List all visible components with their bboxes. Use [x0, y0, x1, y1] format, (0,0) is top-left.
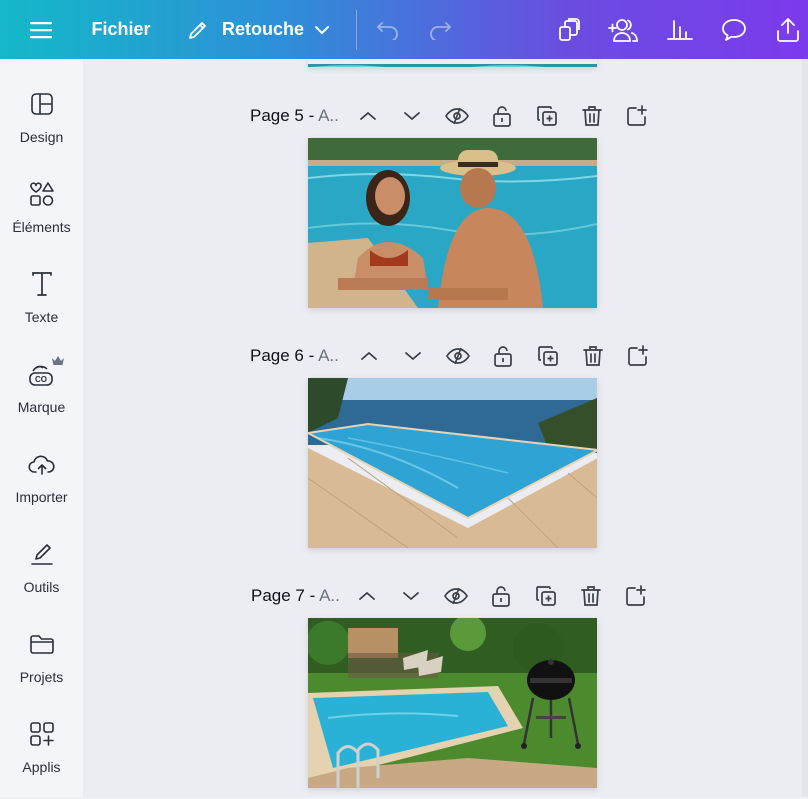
duplicate-icon[interactable] — [532, 582, 560, 610]
sidebar-item-label: Marque — [17, 399, 66, 415]
add-page-icon[interactable] — [623, 102, 651, 130]
file-menu-button[interactable]: Fichier — [90, 0, 152, 59]
page-title-text: Page 6 - — [250, 346, 319, 365]
insights-chart-icon[interactable] — [664, 0, 696, 59]
chevron-down-icon[interactable] — [399, 342, 427, 370]
unlock-icon[interactable] — [489, 342, 517, 370]
canvas-area: Page 5 - A.. Page 6 - A.. Page 7 - A.. — [83, 59, 808, 797]
folder-icon — [27, 629, 57, 659]
redo-icon[interactable] — [424, 0, 456, 59]
duplicate-icon[interactable] — [533, 102, 561, 130]
sidebar-item-text[interactable]: Texte — [0, 269, 83, 349]
svg-text:CO: CO — [35, 375, 47, 384]
page-4-image[interactable] — [308, 59, 597, 67]
page-subtitle-text: A.. — [319, 586, 340, 605]
brand-icon: CO — [27, 356, 64, 389]
cloud-upload-icon — [27, 449, 57, 479]
chevron-up-icon[interactable] — [353, 582, 381, 610]
page-title-text: Page 5 - — [250, 106, 319, 125]
sidebar-item-tools[interactable]: Outils — [0, 539, 83, 619]
toolbar-divider — [356, 10, 357, 50]
chevron-up-icon[interactable] — [355, 342, 383, 370]
page-5-title[interactable]: Page 5 - A.. — [250, 106, 339, 126]
page-6-header: Page 6 - A.. — [83, 336, 808, 376]
chevron-up-icon[interactable] — [354, 102, 382, 130]
text-icon — [27, 269, 57, 299]
apps-icon — [27, 719, 57, 749]
sidebar-item-label: Importer — [15, 489, 68, 505]
share-users-icon[interactable] — [606, 0, 642, 59]
resize-icon[interactable] — [553, 0, 585, 59]
pencil-icon — [186, 18, 210, 42]
trash-icon[interactable] — [577, 582, 605, 610]
page-7-title[interactable]: Page 7 - A.. — [251, 586, 340, 606]
trash-icon[interactable] — [579, 342, 607, 370]
retouch-label: Retouche — [222, 19, 305, 39]
add-page-icon[interactable] — [622, 582, 650, 610]
page-subtitle-text: A.. — [318, 106, 339, 125]
page-5-image[interactable] — [308, 138, 597, 308]
layout-icon — [27, 89, 57, 119]
sidebar-item-upload[interactable]: Importer — [0, 449, 83, 529]
sidebar-item-elements[interactable]: Éléments — [0, 179, 83, 259]
sidebar-item-brand[interactable]: CO Marque — [0, 356, 83, 439]
sidebar-item-label: Outils — [23, 579, 60, 595]
retouch-menu-button[interactable]: Retouche — [186, 0, 338, 59]
hide-eye-icon[interactable] — [442, 582, 470, 610]
page-6-title[interactable]: Page 6 - A.. — [250, 346, 339, 366]
chevron-down-icon[interactable] — [398, 102, 426, 130]
page-7-header: Page 7 - A.. — [83, 576, 808, 616]
vertical-scrollbar[interactable] — [802, 59, 808, 797]
undo-icon[interactable] — [372, 0, 404, 59]
sidebar-item-label: Éléments — [12, 219, 71, 235]
sidebar-item-design[interactable]: Design — [0, 89, 83, 169]
trash-icon[interactable] — [578, 102, 606, 130]
top-bar: Fichier Retouche — [0, 0, 808, 59]
page-subtitle-text: A.. — [318, 346, 339, 365]
comment-icon[interactable] — [718, 0, 750, 59]
add-page-icon[interactable] — [624, 342, 652, 370]
sidebar-item-projects[interactable]: Projets — [0, 629, 83, 709]
duplicate-icon[interactable] — [534, 342, 562, 370]
left-sidebar: Design Éléments Texte CO Marque Importer… — [0, 59, 83, 797]
pen-icon — [27, 539, 57, 569]
menu-icon[interactable] — [24, 0, 58, 59]
shapes-icon — [27, 179, 57, 209]
sidebar-item-label: Texte — [24, 309, 59, 325]
page-5-header: Page 5 - A.. — [83, 96, 808, 136]
sidebar-item-label: Design — [19, 129, 64, 145]
sidebar-item-label: Projets — [19, 669, 64, 685]
page-6-image[interactable] — [308, 378, 597, 548]
crown-icon — [51, 353, 65, 371]
chevron-down-icon[interactable] — [397, 582, 425, 610]
chevron-down-icon — [314, 25, 330, 35]
unlock-icon[interactable] — [488, 102, 516, 130]
hide-eye-icon[interactable] — [443, 102, 471, 130]
hide-eye-icon[interactable] — [444, 342, 472, 370]
sidebar-item-label: Applis — [22, 759, 61, 775]
share-upload-icon[interactable] — [772, 0, 804, 59]
page-title-text: Page 7 - — [251, 586, 320, 605]
page-7-image[interactable] — [308, 618, 597, 788]
unlock-icon[interactable] — [487, 582, 515, 610]
sidebar-item-apps[interactable]: Applis — [0, 719, 83, 799]
